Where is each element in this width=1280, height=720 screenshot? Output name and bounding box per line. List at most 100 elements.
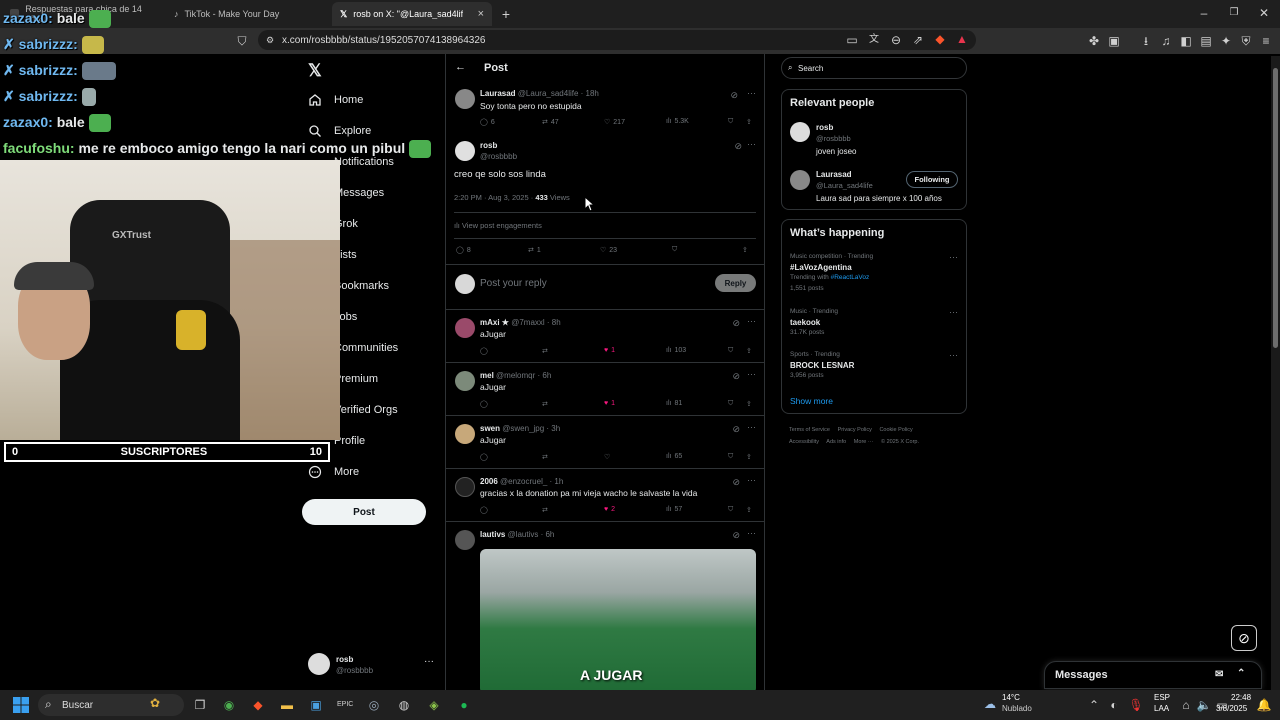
repost-action[interactable]: ⇄ [542, 400, 548, 408]
new-tab-icon[interactable]: + [498, 7, 514, 21]
nav-more[interactable]: More [308, 465, 359, 479]
repost-action[interactable]: ⇄ [542, 453, 548, 461]
share-action[interactable]: ⇪ [746, 347, 752, 355]
views-action[interactable]: ılı 81 [666, 400, 682, 407]
language-code[interactable]: ESP [1154, 693, 1170, 702]
zoom-icon[interactable]: ⊖ [888, 33, 904, 47]
epic-games-icon[interactable]: EPIC [337, 698, 353, 712]
grok-icon[interactable]: ⊘ [732, 477, 740, 488]
spotify-icon[interactable]: ● [456, 698, 472, 712]
more-options-icon[interactable]: ··· [747, 369, 756, 379]
footer-links[interactable]: Accessibility Ads info More ··· © 2025 X… [789, 439, 919, 445]
chrome-icon[interactable]: ◉ [221, 698, 237, 712]
task-view-icon[interactable]: ❐ [192, 698, 208, 712]
scrollbar-thumb[interactable] [1273, 68, 1278, 348]
avatar[interactable] [455, 89, 475, 109]
trend-more-icon[interactable]: ··· [949, 307, 958, 317]
discord-icon[interactable]: ◐ [1106, 698, 1122, 712]
grok-icon[interactable]: ⊘ [732, 318, 740, 329]
steam-icon[interactable]: ◎ [366, 698, 382, 712]
screen-icon[interactable]: ▭ [844, 33, 860, 47]
gif-media[interactable]: A JUGAR [480, 549, 756, 690]
reply-action[interactable]: ◯ [480, 347, 488, 355]
like-action[interactable]: ♥ 1 [604, 347, 615, 354]
share-action[interactable]: ⇪ [746, 118, 752, 126]
account-menu-icon[interactable]: ··· [424, 656, 434, 667]
share-action[interactable]: ⇪ [746, 506, 752, 514]
trend-link[interactable]: #ReactLaVoz [831, 274, 870, 281]
share-action[interactable]: ⇪ [746, 453, 752, 461]
trend-title[interactable]: #LaVozAgentina [790, 263, 852, 272]
more-options-icon[interactable]: ··· [747, 316, 756, 326]
bookmark-action[interactable]: ⛉ [728, 453, 733, 461]
sidebar-icon[interactable]: ◧ [1178, 34, 1194, 48]
close-tab-icon[interactable]: × [478, 8, 484, 20]
chevron-up-icon[interactable]: ⌃ [1086, 698, 1102, 712]
leo-ai-icon[interactable]: ✦ [1218, 34, 1234, 48]
grok-icon[interactable]: ⊘ [732, 371, 740, 382]
reply-action[interactable]: ◯ [480, 506, 488, 514]
trend-title[interactable]: BROCK LESNAR [790, 361, 854, 370]
share-icon[interactable]: ⇗ [910, 33, 926, 47]
bookmark-action[interactable]: ⛉ [672, 246, 677, 254]
parent-post[interactable]: Laurasad @Laura_sad4life · 18h Soy tonta… [446, 82, 764, 132]
search-input[interactable]: ⌕ Search [781, 57, 967, 79]
repost-action[interactable]: ⇄ 1 [528, 246, 541, 255]
avatar[interactable] [455, 141, 475, 161]
bookmark-action[interactable]: ⛉ [728, 506, 733, 514]
views-action[interactable]: ılı 103 [666, 347, 686, 354]
scrollbar[interactable] [1271, 56, 1280, 690]
grok-icon[interactable]: ⊘ [732, 530, 740, 541]
share-action[interactable]: ⇪ [742, 246, 748, 254]
reply-post[interactable]: 2006 @enzocruel_ · 1h gracias x la donat… [446, 469, 764, 522]
close-window-icon[interactable]: ✕ [1256, 6, 1272, 20]
like-action[interactable]: ♡ 217 [604, 118, 625, 127]
post-engagements-link[interactable]: ılı View post engagements [454, 221, 542, 230]
like-action[interactable]: ♡ [604, 453, 610, 461]
reply-post[interactable]: lautivs @lautivs · 6h ⊘ ··· A JUGAR [446, 522, 764, 690]
reply-button[interactable]: Reply [715, 274, 756, 292]
grok-icon[interactable]: ⊘ [734, 141, 742, 152]
more-options-icon[interactable]: ··· [747, 475, 756, 485]
brave-icon[interactable]: ◆ [250, 698, 266, 712]
clock-time[interactable]: 22:48 [1231, 693, 1251, 702]
share-action[interactable]: ⇪ [746, 400, 752, 408]
following-button[interactable]: Following [906, 171, 958, 188]
messages-drawer[interactable]: Messages ✉ ⌃ [1044, 661, 1262, 689]
translate-icon[interactable]: 文 [866, 33, 882, 47]
vpn-icon[interactable]: ⛨ [1238, 34, 1254, 48]
reply-action[interactable]: ◯ [480, 400, 488, 408]
minimize-icon[interactable]: – [1196, 6, 1212, 20]
obs-icon[interactable]: ◍ [396, 698, 412, 712]
media-icon[interactable]: ♫ [1158, 34, 1174, 48]
reply-post[interactable]: mAxi ★ @7maxxl · 8h aJugar ⊘ ··· ◯ ⇄ ♥ 1… [446, 310, 764, 363]
menu-icon[interactable]: ≡ [1258, 34, 1274, 48]
person-name[interactable]: rosb [816, 123, 833, 132]
nav-explore[interactable]: Explore [308, 124, 371, 138]
avatar[interactable] [455, 530, 475, 550]
windows-start-icon[interactable] [13, 697, 29, 713]
more-options-icon[interactable]: ··· [747, 88, 756, 98]
post-button[interactable]: Post [302, 499, 426, 525]
views-action[interactable]: ılı 57 [666, 506, 682, 513]
file-explorer-icon[interactable]: ▬ [279, 698, 295, 712]
avatar[interactable] [455, 477, 475, 497]
wallet2-icon[interactable]: ▤ [1198, 34, 1214, 48]
bookmark-action[interactable]: ⛉ [728, 347, 733, 355]
reply-post[interactable]: swen @swen_jpg · 3h aJugar ⊘ ··· ◯ ⇄ ♡ ı… [446, 416, 764, 469]
avatar[interactable] [790, 122, 810, 142]
store-icon[interactable]: ▣ [308, 698, 324, 712]
language-layout[interactable]: LAA [1154, 704, 1169, 713]
bookmark-action[interactable]: ⛉ [728, 118, 733, 126]
grok-icon[interactable]: ⊘ [730, 90, 738, 101]
grok-floating-icon[interactable]: ⊘ [1231, 625, 1257, 651]
nav-home[interactable]: Home [308, 93, 363, 107]
repost-action[interactable]: ⇄ 47 [542, 118, 559, 127]
like-action[interactable]: ♡ 23 [600, 246, 617, 255]
notifications-icon[interactable]: 🔔 [1256, 698, 1272, 712]
person-name[interactable]: Laurasad [816, 170, 852, 179]
reply-action[interactable]: ◯ 8 [456, 246, 471, 255]
new-message-icon[interactable]: ✉ [1215, 669, 1223, 680]
microphone-icon[interactable]: 🎙 [1128, 698, 1144, 712]
brave-rewards-icon[interactable]: ▲ [954, 32, 970, 46]
